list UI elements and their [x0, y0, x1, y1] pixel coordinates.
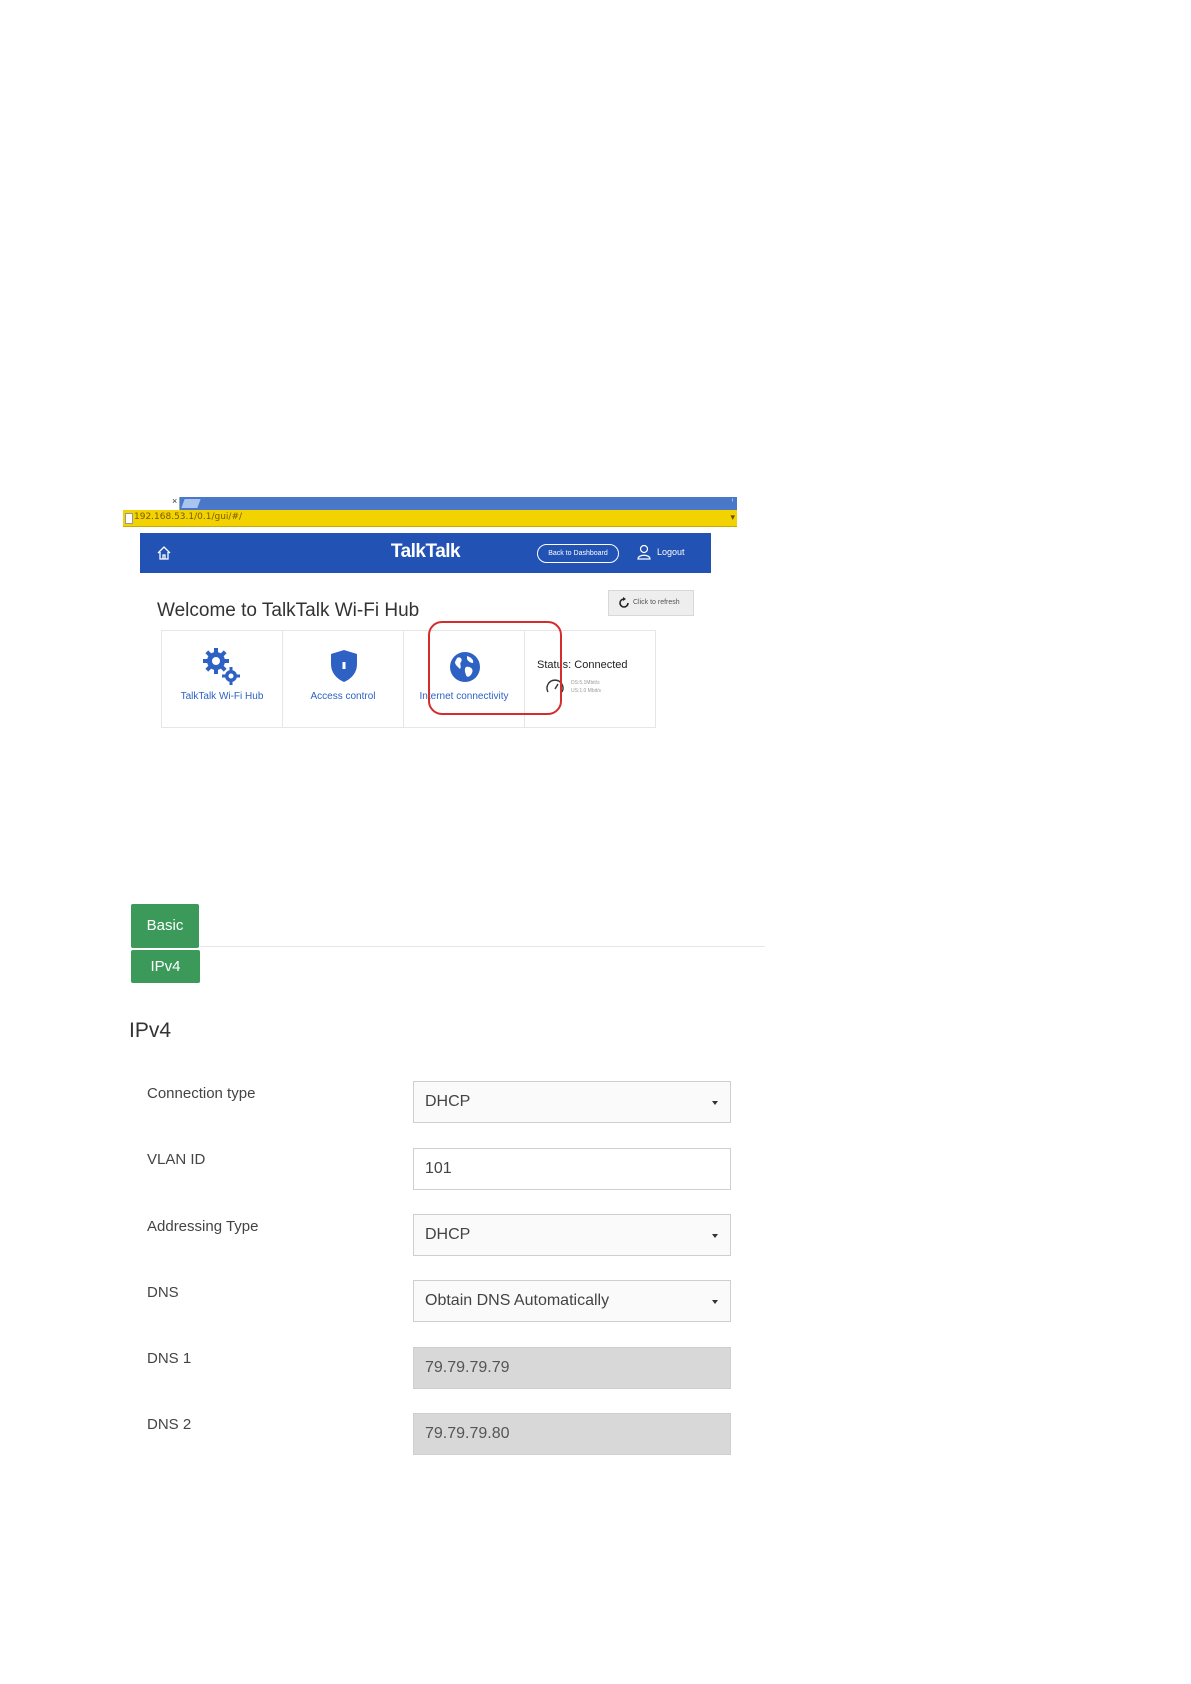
welcome-heading: Welcome to TalkTalk Wi-Fi Hub	[157, 600, 420, 621]
chevron-down-icon	[712, 1234, 718, 1238]
chevron-down-icon	[712, 1300, 718, 1304]
connection-type-select[interactable]: DHCP	[413, 1081, 731, 1123]
tab-basic[interactable]: Basic	[131, 904, 199, 948]
dns2-value: 79.79.79.80	[425, 1425, 510, 1442]
dns2-label: DNS 2	[147, 1416, 192, 1433]
gears-icon	[203, 648, 240, 685]
addressing-type-value: DHCP	[425, 1226, 471, 1243]
chevron-down-icon	[712, 1101, 718, 1105]
tile-label: TalkTalk Wi-Fi Hub	[180, 691, 264, 702]
addressing-type-select[interactable]: DHCP	[413, 1214, 731, 1256]
bookmark-star-icon[interactable]: ▾	[730, 512, 735, 523]
logout-link[interactable]: Logout	[657, 547, 685, 557]
browser-tab-bar: × ⁱ	[123, 496, 737, 510]
new-tab-button[interactable]	[181, 499, 201, 508]
upstream-speed: US:1.0 Mbit/s	[571, 688, 602, 694]
dns-select[interactable]: Obtain DNS Automatically	[413, 1280, 731, 1322]
back-to-dashboard-button[interactable]: Back to Dashboard	[537, 544, 619, 563]
talktalk-header: TalkTalk Back to Dashboard Logout	[140, 533, 711, 573]
address-bar[interactable]: 192.168.53.1/0.1/gui/#/ ▾	[123, 510, 737, 527]
dns1-value: 79.79.79.79	[425, 1359, 510, 1376]
connection-type-value: DHCP	[425, 1093, 471, 1110]
tab-close-icon[interactable]: ×	[172, 496, 177, 506]
shield-icon	[331, 650, 357, 682]
dns-value: Obtain DNS Automatically	[425, 1292, 610, 1309]
dns-label: DNS	[147, 1284, 179, 1301]
tab-ipv4[interactable]: IPv4	[131, 950, 200, 983]
vlan-id-label: VLAN ID	[147, 1151, 206, 1168]
browser-tab[interactable]: ×	[123, 496, 180, 510]
refresh-label: Click to refresh	[633, 599, 680, 606]
tile-wifi-hub[interactable]: TalkTalk Wi-Fi Hub	[161, 630, 283, 728]
refresh-icon	[619, 597, 629, 608]
user-icon[interactable]	[637, 544, 651, 560]
downstream-speed: DS:5.1Mbit/s	[571, 680, 600, 686]
highlight-circle	[428, 621, 562, 715]
vlan-id-value: 101	[425, 1160, 452, 1177]
page-icon	[125, 513, 133, 524]
talktalk-logo[interactable]: TalkTalk	[140, 541, 711, 563]
dns1-input: 79.79.79.79	[413, 1347, 731, 1389]
connection-type-label: Connection type	[147, 1085, 256, 1102]
refresh-button[interactable]: Click to refresh	[608, 590, 694, 616]
tab-divider	[200, 946, 765, 947]
tile-label: Access control	[310, 691, 376, 702]
dns1-label: DNS 1	[147, 1350, 192, 1367]
dns2-input: 79.79.79.80	[413, 1413, 731, 1455]
address-url[interactable]: 192.168.53.1/0.1/gui/#/	[134, 512, 242, 522]
window-menu-icon[interactable]: ⁱ	[732, 497, 733, 506]
addressing-type-label: Addressing Type	[147, 1218, 259, 1235]
vlan-id-input[interactable]: 101	[413, 1148, 731, 1190]
section-title: IPv4	[129, 1019, 172, 1042]
tile-access-control[interactable]: Access control	[282, 630, 404, 728]
